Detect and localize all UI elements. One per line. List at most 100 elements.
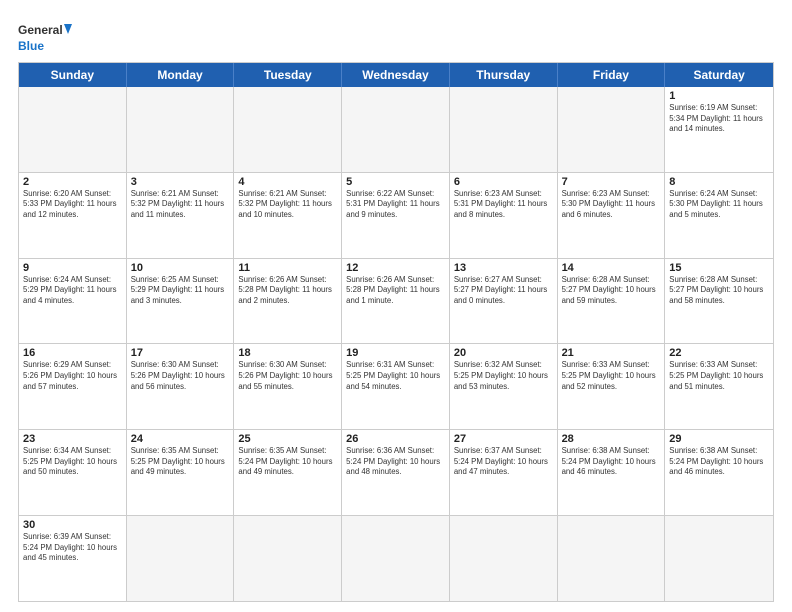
calendar-day-empty	[127, 516, 235, 601]
day-number: 21	[562, 347, 661, 359]
day-info: Sunrise: 6:24 AM Sunset: 5:30 PM Dayligh…	[669, 189, 769, 221]
calendar-day-27: 27Sunrise: 6:37 AM Sunset: 5:24 PM Dayli…	[450, 430, 558, 515]
day-header-thursday: Thursday	[450, 63, 558, 87]
header: General Blue	[18, 16, 774, 56]
day-info: Sunrise: 6:25 AM Sunset: 5:29 PM Dayligh…	[131, 275, 230, 307]
day-number: 22	[669, 347, 769, 359]
calendar-header: SundayMondayTuesdayWednesdayThursdayFrid…	[19, 63, 773, 87]
day-number: 12	[346, 262, 445, 274]
calendar-day-19: 19Sunrise: 6:31 AM Sunset: 5:25 PM Dayli…	[342, 344, 450, 429]
calendar-day-25: 25Sunrise: 6:35 AM Sunset: 5:24 PM Dayli…	[234, 430, 342, 515]
calendar-day-17: 17Sunrise: 6:30 AM Sunset: 5:26 PM Dayli…	[127, 344, 235, 429]
day-number: 24	[131, 433, 230, 445]
calendar-day-14: 14Sunrise: 6:28 AM Sunset: 5:27 PM Dayli…	[558, 259, 666, 344]
day-number: 19	[346, 347, 445, 359]
day-number: 3	[131, 176, 230, 188]
calendar-week-0: 1Sunrise: 6:19 AM Sunset: 5:34 PM Daylig…	[19, 87, 773, 173]
calendar-day-8: 8Sunrise: 6:24 AM Sunset: 5:30 PM Daylig…	[665, 173, 773, 258]
day-info: Sunrise: 6:21 AM Sunset: 5:32 PM Dayligh…	[131, 189, 230, 221]
day-info: Sunrise: 6:33 AM Sunset: 5:25 PM Dayligh…	[669, 360, 769, 392]
day-number: 18	[238, 347, 337, 359]
day-header-monday: Monday	[127, 63, 235, 87]
calendar-day-24: 24Sunrise: 6:35 AM Sunset: 5:25 PM Dayli…	[127, 430, 235, 515]
day-info: Sunrise: 6:35 AM Sunset: 5:25 PM Dayligh…	[131, 446, 230, 478]
day-number: 15	[669, 262, 769, 274]
day-number: 7	[562, 176, 661, 188]
day-number: 11	[238, 262, 337, 274]
calendar-day-empty	[234, 516, 342, 601]
svg-text:General: General	[18, 23, 63, 37]
day-number: 8	[669, 176, 769, 188]
day-header-friday: Friday	[558, 63, 666, 87]
calendar-day-empty	[234, 87, 342, 172]
calendar-day-18: 18Sunrise: 6:30 AM Sunset: 5:26 PM Dayli…	[234, 344, 342, 429]
calendar-day-7: 7Sunrise: 6:23 AM Sunset: 5:30 PM Daylig…	[558, 173, 666, 258]
calendar-day-empty	[450, 516, 558, 601]
day-info: Sunrise: 6:28 AM Sunset: 5:27 PM Dayligh…	[669, 275, 769, 307]
calendar-day-21: 21Sunrise: 6:33 AM Sunset: 5:25 PM Dayli…	[558, 344, 666, 429]
day-number: 25	[238, 433, 337, 445]
calendar-day-10: 10Sunrise: 6:25 AM Sunset: 5:29 PM Dayli…	[127, 259, 235, 344]
calendar-day-empty	[558, 87, 666, 172]
day-info: Sunrise: 6:22 AM Sunset: 5:31 PM Dayligh…	[346, 189, 445, 221]
day-number: 27	[454, 433, 553, 445]
calendar-day-22: 22Sunrise: 6:33 AM Sunset: 5:25 PM Dayli…	[665, 344, 773, 429]
calendar-day-15: 15Sunrise: 6:28 AM Sunset: 5:27 PM Dayli…	[665, 259, 773, 344]
calendar-day-2: 2Sunrise: 6:20 AM Sunset: 5:33 PM Daylig…	[19, 173, 127, 258]
day-number: 29	[669, 433, 769, 445]
day-number: 4	[238, 176, 337, 188]
day-info: Sunrise: 6:26 AM Sunset: 5:28 PM Dayligh…	[346, 275, 445, 307]
day-info: Sunrise: 6:31 AM Sunset: 5:25 PM Dayligh…	[346, 360, 445, 392]
calendar-week-4: 23Sunrise: 6:34 AM Sunset: 5:25 PM Dayli…	[19, 430, 773, 516]
day-number: 2	[23, 176, 122, 188]
day-info: Sunrise: 6:39 AM Sunset: 5:24 PM Dayligh…	[23, 532, 122, 564]
day-number: 10	[131, 262, 230, 274]
day-info: Sunrise: 6:29 AM Sunset: 5:26 PM Dayligh…	[23, 360, 122, 392]
calendar-body: 1Sunrise: 6:19 AM Sunset: 5:34 PM Daylig…	[19, 87, 773, 601]
calendar-day-empty	[342, 87, 450, 172]
calendar-week-2: 9Sunrise: 6:24 AM Sunset: 5:29 PM Daylig…	[19, 259, 773, 345]
calendar-day-empty	[558, 516, 666, 601]
calendar-day-3: 3Sunrise: 6:21 AM Sunset: 5:32 PM Daylig…	[127, 173, 235, 258]
day-info: Sunrise: 6:21 AM Sunset: 5:32 PM Dayligh…	[238, 189, 337, 221]
calendar-day-empty	[342, 516, 450, 601]
calendar-day-5: 5Sunrise: 6:22 AM Sunset: 5:31 PM Daylig…	[342, 173, 450, 258]
day-info: Sunrise: 6:28 AM Sunset: 5:27 PM Dayligh…	[562, 275, 661, 307]
day-number: 23	[23, 433, 122, 445]
day-info: Sunrise: 6:24 AM Sunset: 5:29 PM Dayligh…	[23, 275, 122, 307]
calendar-day-12: 12Sunrise: 6:26 AM Sunset: 5:28 PM Dayli…	[342, 259, 450, 344]
calendar-day-1: 1Sunrise: 6:19 AM Sunset: 5:34 PM Daylig…	[665, 87, 773, 172]
calendar-day-16: 16Sunrise: 6:29 AM Sunset: 5:26 PM Dayli…	[19, 344, 127, 429]
day-info: Sunrise: 6:30 AM Sunset: 5:26 PM Dayligh…	[131, 360, 230, 392]
day-number: 13	[454, 262, 553, 274]
day-info: Sunrise: 6:32 AM Sunset: 5:25 PM Dayligh…	[454, 360, 553, 392]
calendar-day-9: 9Sunrise: 6:24 AM Sunset: 5:29 PM Daylig…	[19, 259, 127, 344]
calendar-day-6: 6Sunrise: 6:23 AM Sunset: 5:31 PM Daylig…	[450, 173, 558, 258]
day-number: 20	[454, 347, 553, 359]
calendar-day-empty	[127, 87, 235, 172]
calendar-day-11: 11Sunrise: 6:26 AM Sunset: 5:28 PM Dayli…	[234, 259, 342, 344]
day-info: Sunrise: 6:30 AM Sunset: 5:26 PM Dayligh…	[238, 360, 337, 392]
day-number: 6	[454, 176, 553, 188]
calendar-day-4: 4Sunrise: 6:21 AM Sunset: 5:32 PM Daylig…	[234, 173, 342, 258]
page: General Blue SundayMondayTuesdayWednesda…	[0, 0, 792, 612]
calendar-day-26: 26Sunrise: 6:36 AM Sunset: 5:24 PM Dayli…	[342, 430, 450, 515]
calendar-week-3: 16Sunrise: 6:29 AM Sunset: 5:26 PM Dayli…	[19, 344, 773, 430]
day-info: Sunrise: 6:19 AM Sunset: 5:34 PM Dayligh…	[669, 103, 769, 135]
day-info: Sunrise: 6:23 AM Sunset: 5:30 PM Dayligh…	[562, 189, 661, 221]
generalblue-logo-icon: General Blue	[18, 20, 78, 56]
svg-text:Blue: Blue	[18, 39, 44, 53]
day-info: Sunrise: 6:23 AM Sunset: 5:31 PM Dayligh…	[454, 189, 553, 221]
day-info: Sunrise: 6:38 AM Sunset: 5:24 PM Dayligh…	[562, 446, 661, 478]
day-info: Sunrise: 6:35 AM Sunset: 5:24 PM Dayligh…	[238, 446, 337, 478]
day-number: 17	[131, 347, 230, 359]
day-header-saturday: Saturday	[665, 63, 773, 87]
day-number: 28	[562, 433, 661, 445]
calendar-week-5: 30Sunrise: 6:39 AM Sunset: 5:24 PM Dayli…	[19, 516, 773, 601]
calendar-day-empty	[450, 87, 558, 172]
day-info: Sunrise: 6:27 AM Sunset: 5:27 PM Dayligh…	[454, 275, 553, 307]
day-info: Sunrise: 6:38 AM Sunset: 5:24 PM Dayligh…	[669, 446, 769, 478]
day-number: 30	[23, 519, 122, 531]
calendar-day-23: 23Sunrise: 6:34 AM Sunset: 5:25 PM Dayli…	[19, 430, 127, 515]
calendar-day-13: 13Sunrise: 6:27 AM Sunset: 5:27 PM Dayli…	[450, 259, 558, 344]
